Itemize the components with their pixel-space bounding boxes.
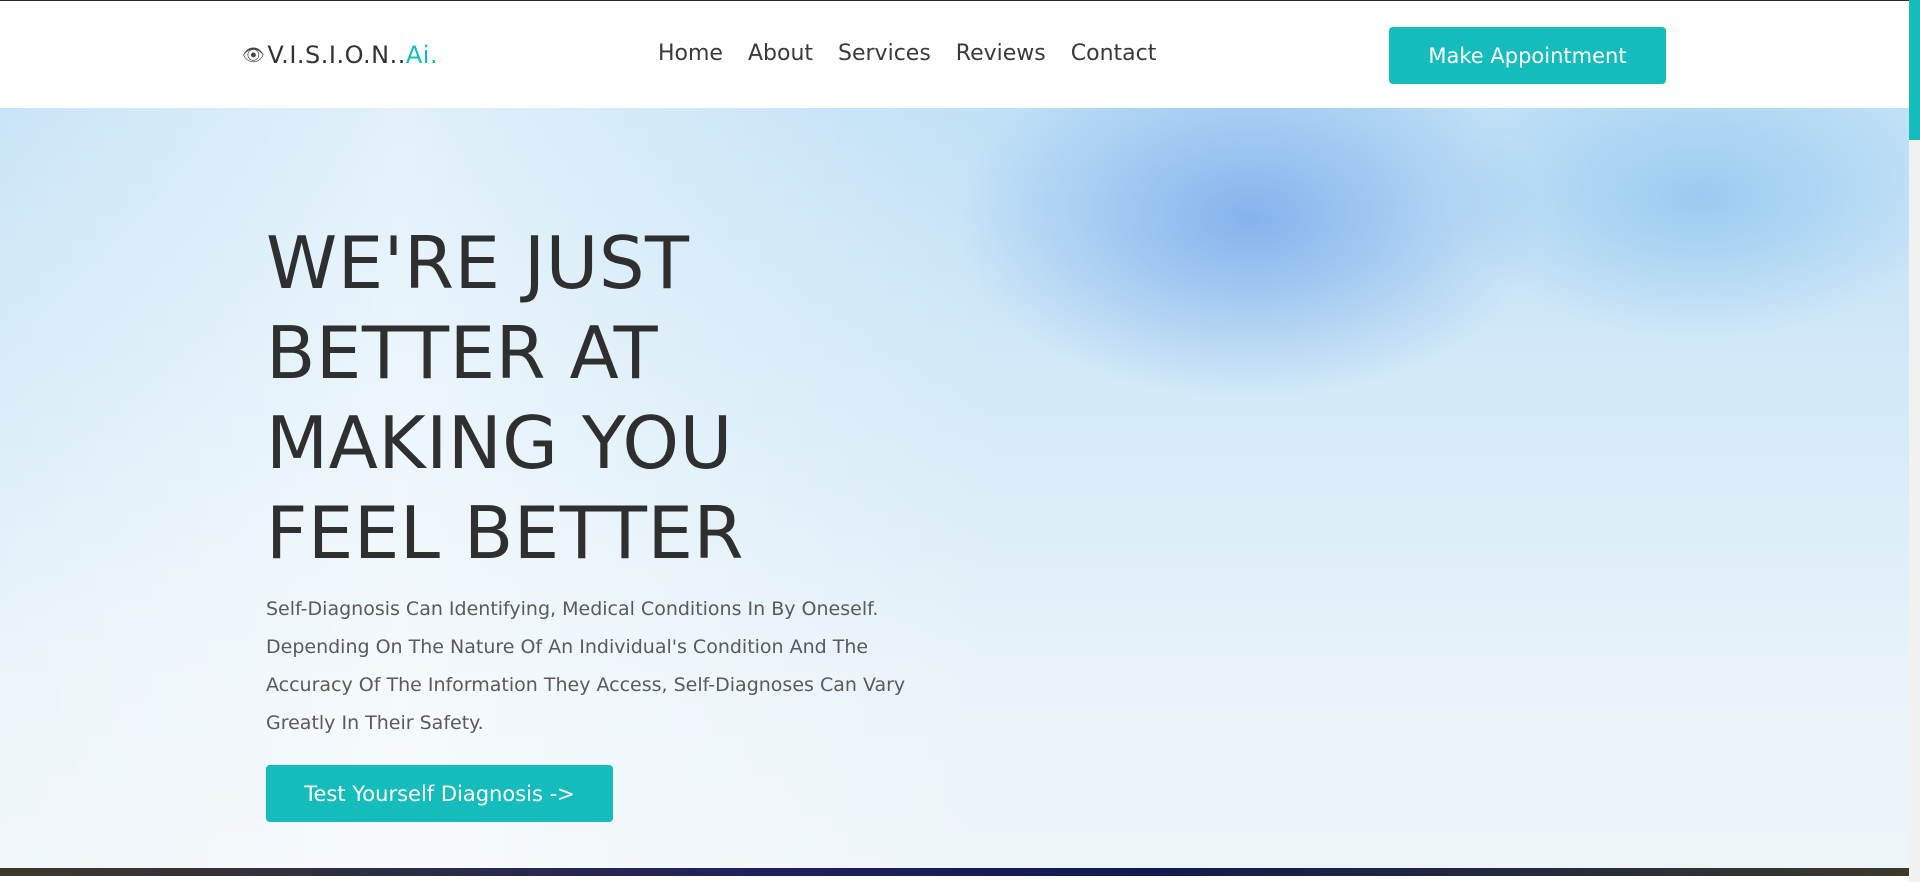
hero-description: Self-Diagnosis Can Identifying, Medical … <box>266 598 906 734</box>
eye-icon: 👁 <box>242 44 266 66</box>
test-yourself-diagnosis-button[interactable]: Test Yourself Diagnosis -> <box>266 765 613 822</box>
headline-line: BETTER AT <box>266 311 659 395</box>
nav-reviews-link[interactable]: Reviews <box>956 41 1046 66</box>
hero-section: WE'RE JUST BETTER AT MAKING YOU FEEL BET… <box>0 108 1909 876</box>
nav-services-link[interactable]: Services <box>838 41 931 66</box>
scrollbar-thumb[interactable] <box>1909 0 1920 140</box>
next-section-edge <box>0 868 1909 876</box>
nav-about-link[interactable]: About <box>748 41 813 66</box>
headline-line: MAKING YOU <box>266 401 733 485</box>
nav-home-link[interactable]: Home <box>658 41 723 66</box>
make-appointment-button[interactable]: Make Appointment <box>1389 27 1666 84</box>
logo-accent-text: Ai. <box>405 41 439 69</box>
headline-line: FEEL BETTER <box>266 491 744 575</box>
logo-text: V.I.S.I.O.N.. <box>267 41 406 69</box>
top-navbar: 👁 V.I.S.I.O.N.. Ai. Home About Services … <box>0 0 1909 108</box>
nav-contact-link[interactable]: Contact <box>1071 41 1157 66</box>
headline-line: WE'RE JUST <box>266 221 690 305</box>
site-logo[interactable]: 👁 V.I.S.I.O.N.. Ai. <box>242 41 438 69</box>
hero-headline: WE'RE JUST BETTER AT MAKING YOU FEEL BET… <box>266 218 866 578</box>
main-nav: Home About Services Reviews Contact <box>658 41 1181 66</box>
